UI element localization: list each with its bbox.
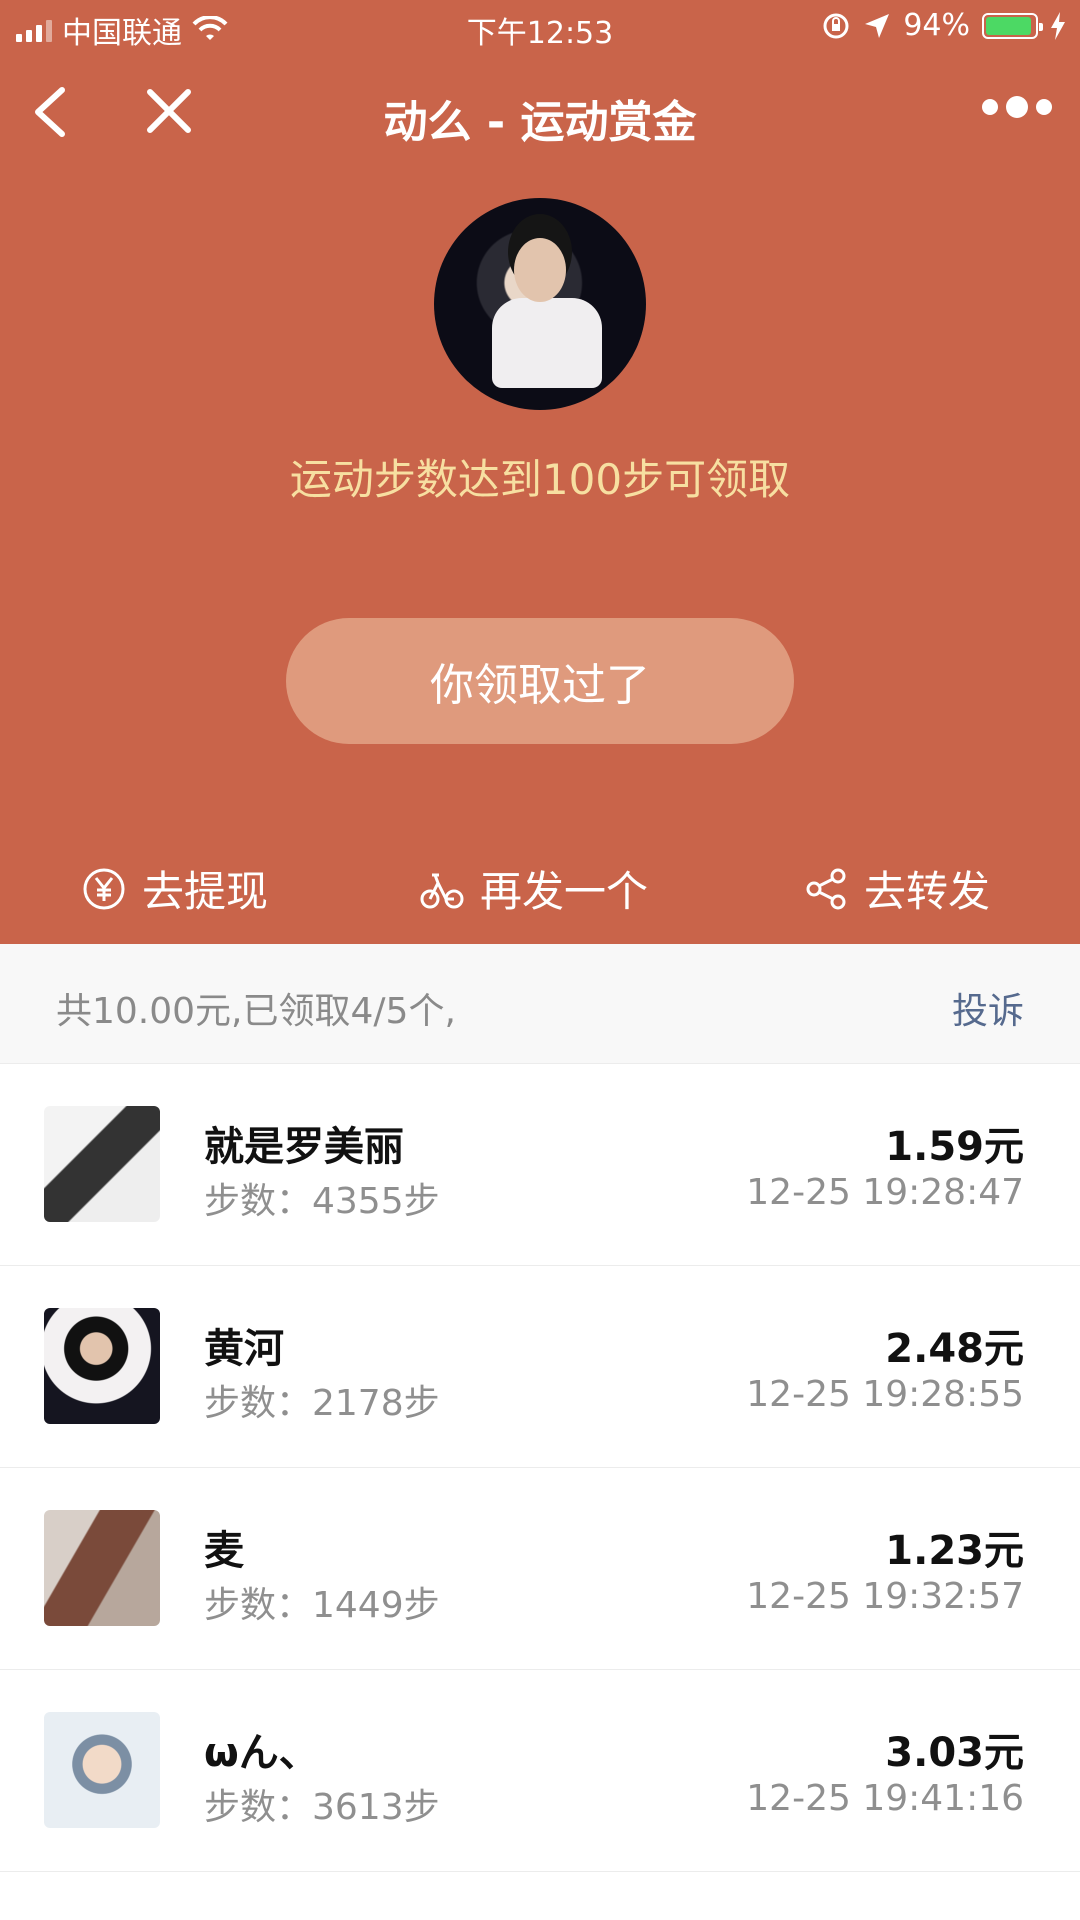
- avatar: [44, 1106, 160, 1222]
- list-item[interactable]: 就是罗美丽 步数：4355步 1.59元 12-25 19:28:47: [0, 1064, 1080, 1266]
- status-bar: 中国联通 下午12:53 94%: [0, 0, 1080, 56]
- recipient-time: 12-25 19:28:55: [746, 1374, 1024, 1415]
- recipient-amount: 3.03元: [885, 1730, 1024, 1776]
- battery-icon: [982, 12, 1043, 39]
- recipient-amount: 1.59元: [885, 1124, 1024, 1170]
- send-again-label: 再发一个: [480, 867, 649, 916]
- recipient-name: ωん、: [204, 1730, 319, 1776]
- list-item[interactable]: 麦 步数：1449步 1.23元 12-25 19:32:57: [0, 1468, 1080, 1670]
- send-again-button[interactable]: 再发一个: [420, 858, 648, 919]
- recipient-steps: 步数：1449步: [204, 1585, 440, 1626]
- reward-condition: 运动步数达到100步可领取: [289, 455, 791, 504]
- complain-link[interactable]: 投诉: [952, 982, 1024, 1034]
- share-icon: [806, 868, 846, 909]
- location-icon: [865, 13, 890, 38]
- avatar: [44, 1510, 160, 1626]
- battery-percent: 94%: [903, 8, 970, 43]
- forward-button[interactable]: 去转发: [804, 858, 990, 919]
- close-button[interactable]: [140, 82, 200, 142]
- battery-level: [986, 16, 1032, 35]
- recipient-time: 12-25 19:41:16: [746, 1778, 1024, 1819]
- recipient-steps: 步数：4355步: [204, 1181, 440, 1222]
- close-icon: [147, 89, 191, 133]
- withdraw-label: 去提现: [142, 867, 269, 916]
- recipient-amount: 2.48元: [885, 1326, 1024, 1372]
- recipient-steps: 步数：3613步: [204, 1787, 440, 1828]
- sender-avatar: [434, 198, 646, 410]
- list-item[interactable]: ωん、 步数：3613步 3.03元 12-25 19:41:16: [0, 1670, 1080, 1872]
- more-dot: [1036, 99, 1052, 115]
- recipient-list: 就是罗美丽 步数：4355步 1.59元 12-25 19:28:47 黄河 步…: [0, 1064, 1080, 1872]
- bicycle-icon: [420, 873, 464, 908]
- status-right: 94%: [821, 8, 1066, 43]
- recipient-name: 麦: [204, 1528, 244, 1574]
- screen: 中国联通 下午12:53 94% 动么 - 运动赏金 运动步数达到100步可领取…: [0, 0, 1080, 1920]
- summary-text: 共10.00元,已领取4/5个,: [56, 991, 456, 1032]
- nav-bar: 动么 - 运动赏金: [0, 60, 1080, 160]
- avatar: [44, 1712, 160, 1828]
- forward-label: 去转发: [864, 867, 991, 916]
- yuan-icon: [83, 868, 125, 909]
- more-button[interactable]: [982, 96, 1052, 118]
- recipient-time: 12-25 19:28:47: [746, 1172, 1024, 1213]
- back-button[interactable]: [22, 82, 82, 142]
- more-dot: [1006, 96, 1028, 118]
- action-row: 去提现 再发一个 去转发: [0, 858, 1080, 922]
- withdraw-button[interactable]: 去提现: [82, 858, 268, 919]
- avatar: [44, 1308, 160, 1424]
- charging-icon: [1051, 11, 1065, 40]
- recipient-name: 就是罗美丽: [204, 1124, 404, 1170]
- recipient-time: 12-25 19:32:57: [746, 1576, 1024, 1617]
- hero-header: 中国联通 下午12:53 94% 动么 - 运动赏金 运动步数达到100步可领取…: [0, 0, 1080, 944]
- list-item[interactable]: 黄河 步数：2178步 2.48元 12-25 19:28:55: [0, 1266, 1080, 1468]
- claimed-button[interactable]: 你领取过了: [286, 618, 794, 744]
- summary-bar: 共10.00元,已领取4/5个, 投诉: [0, 944, 1080, 1064]
- recipient-amount: 1.23元: [885, 1528, 1024, 1574]
- rotation-lock-icon: [823, 13, 849, 38]
- recipient-steps: 步数：2178步: [204, 1383, 440, 1424]
- recipient-name: 黄河: [204, 1326, 284, 1372]
- more-dot: [982, 99, 998, 115]
- chevron-left-icon: [35, 87, 65, 137]
